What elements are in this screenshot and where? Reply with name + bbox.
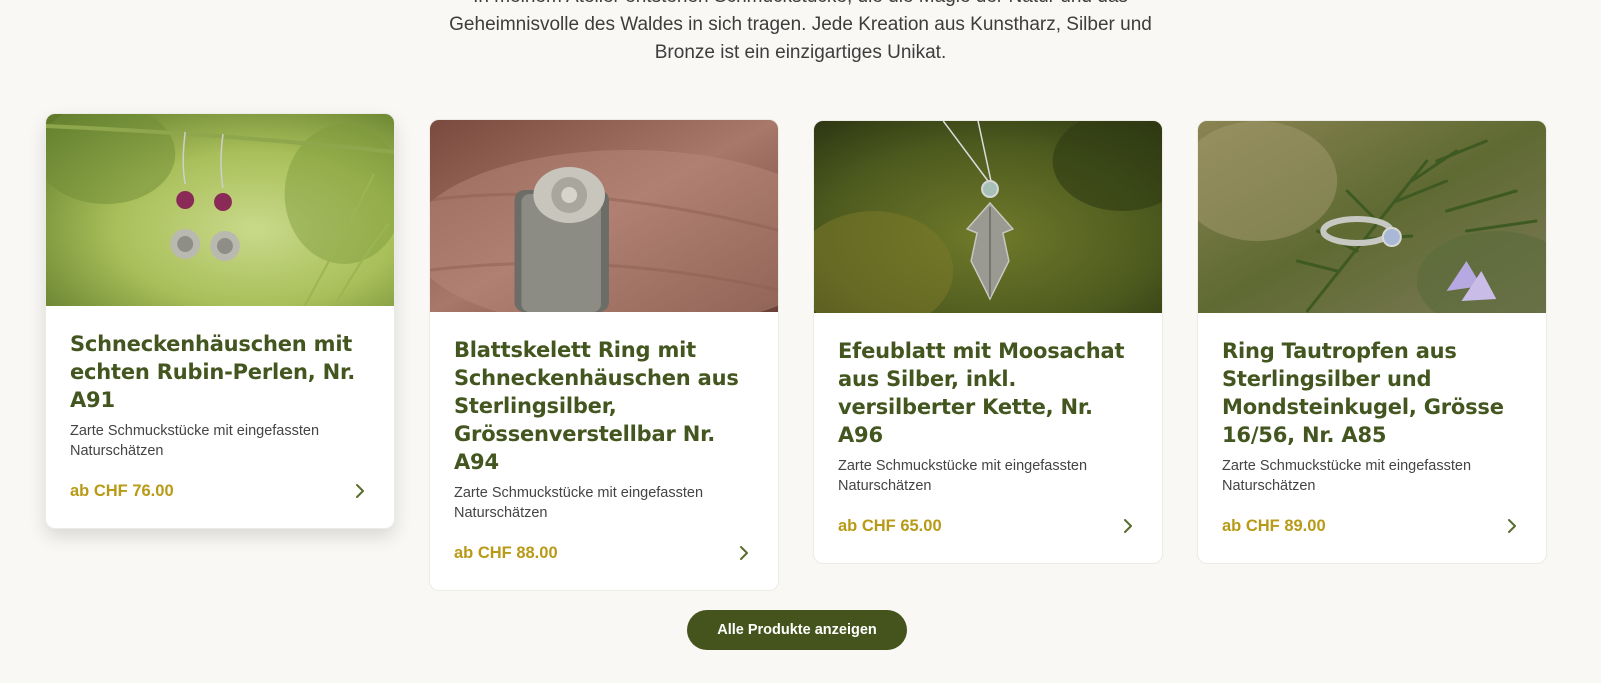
intro-line-2: Geheimnisvolle des Waldes in sich tragen… (449, 14, 1152, 35)
product-image-moonstone-ring[interactable] (1198, 121, 1546, 313)
product-title[interactable]: Efeublatt mit Moosachat aus Silber, inkl… (838, 337, 1138, 449)
product-price: ab CHF 88.00 (454, 543, 558, 562)
product-card-a94[interactable]: Blattskelett Ring mit Schneckenhäuschen … (429, 119, 779, 591)
product-image-pendant[interactable] (814, 121, 1162, 313)
product-price: ab CHF 76.00 (70, 481, 174, 500)
product-description: Zarte Schmuckstücke mit eingefassten Nat… (70, 423, 320, 459)
product-title[interactable]: Schneckenhäuschen mit echten Rubin-Perle… (70, 330, 370, 414)
chevron-right-icon[interactable] (1118, 516, 1138, 536)
chevron-right-icon[interactable] (350, 481, 370, 501)
product-card-a96[interactable]: Efeublatt mit Moosachat aus Silber, inkl… (813, 120, 1163, 564)
chevron-right-icon[interactable] (734, 543, 754, 563)
product-title[interactable]: Blattskelett Ring mit Schneckenhäuschen … (454, 336, 754, 476)
product-description: Zarte Schmuckstücke mit eingefassten Nat… (454, 485, 704, 521)
product-card-a85[interactable]: Ring Tautropfen aus Sterlingsilber und M… (1197, 120, 1547, 564)
intro-line-1: In meinem Atelier entstehen Schmuckstück… (0, 0, 1601, 11)
product-title[interactable]: Ring Tautropfen aus Sterlingsilber und M… (1222, 337, 1522, 449)
product-image-ring[interactable] (430, 120, 778, 312)
product-description: Zarte Schmuckstücke mit eingefassten Nat… (1222, 458, 1472, 494)
chevron-right-icon[interactable] (1502, 516, 1522, 536)
product-section: In meinem Atelier entstehen Schmuckstück… (0, 0, 1601, 683)
product-description: Zarte Schmuckstücke mit eingefassten Nat… (838, 458, 1088, 494)
intro-line-3: Bronze ist ein einzigartiges Unikat. (654, 42, 947, 63)
intro-text: In meinem Atelier entstehen Schmuckstück… (0, 0, 1601, 67)
product-price: ab CHF 89.00 (1222, 516, 1326, 535)
show-all-products-button[interactable]: Alle Produkte anzeigen (687, 610, 907, 650)
product-card-a91[interactable]: Schneckenhäuschen mit echten Rubin-Perle… (45, 113, 395, 529)
product-price: ab CHF 65.00 (838, 516, 942, 535)
product-image-earrings[interactable] (46, 114, 394, 306)
